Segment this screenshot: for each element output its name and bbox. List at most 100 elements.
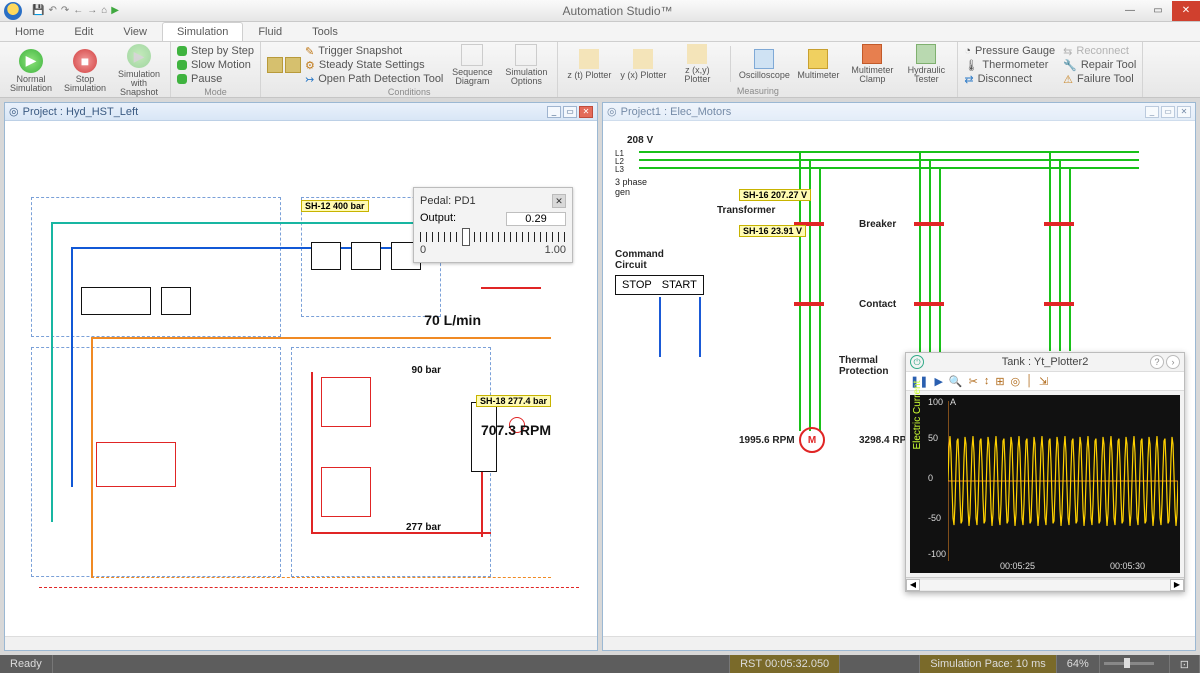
plotter-axis-icon[interactable]: ↕ — [984, 375, 990, 387]
right-schematic-canvas[interactable]: 208 V L1 L2 L3 3 phase gen — [603, 121, 1195, 636]
play-icon: ▶ — [19, 49, 43, 73]
thermometer-button[interactable]: 🌡Thermometer — [964, 58, 1055, 72]
tab-home[interactable]: Home — [0, 22, 59, 41]
tab-edit[interactable]: Edit — [59, 22, 108, 41]
normal-simulation-button[interactable]: ▶Normal Simulation — [6, 49, 56, 93]
ribbon-group-conditions: ✎Trigger Snapshot ⚙Steady State Settings… — [261, 42, 558, 97]
cond-icon1[interactable] — [267, 57, 283, 73]
open-path-button[interactable]: ↣Open Path Detection Tool — [305, 72, 443, 86]
hydraulic-tester-button[interactable]: Hydraulic Tester — [901, 44, 951, 84]
simulation-options-button[interactable]: Simulation Options — [501, 44, 551, 86]
pane-min-button[interactable]: _ — [1145, 106, 1159, 118]
cond-icon2[interactable] — [285, 57, 301, 73]
quick-access-toolbar[interactable]: 💾 ↶ ↷ ← → ⌂ ▶ — [32, 5, 119, 16]
qat-back-icon[interactable]: ← — [73, 5, 83, 16]
pane-min-button[interactable]: _ — [547, 106, 561, 118]
disconnect-button[interactable]: ⇄Disconnect — [964, 72, 1055, 86]
sequence-diagram-button[interactable]: Sequence Diagram — [447, 44, 497, 86]
failure-icon: ⚠ — [1063, 73, 1073, 86]
qat-save-icon[interactable]: 💾 — [32, 5, 44, 16]
stop-icon: ■ — [73, 49, 97, 73]
plotter-marker-icon[interactable]: │ — [1026, 375, 1033, 387]
pressure-gauge-button[interactable]: ◔Pressure Gauge — [964, 44, 1055, 58]
tab-view[interactable]: View — [108, 22, 162, 41]
failure-tool-button[interactable]: ⚠Failure Tool — [1063, 72, 1136, 86]
maximize-button[interactable]: ▭ — [1144, 1, 1172, 21]
start-button[interactable]: START — [662, 279, 697, 291]
plotter-export-icon[interactable]: ⇲ — [1039, 375, 1048, 388]
minimize-button[interactable]: — — [1116, 1, 1144, 21]
scroll-left-icon[interactable]: ◀ — [906, 579, 920, 591]
motor-1[interactable]: M — [799, 427, 825, 453]
reconnect-icon: ⇆ — [1063, 45, 1072, 58]
yx-plotter-button[interactable]: y (x) Plotter — [618, 49, 668, 80]
thermometer-icon: 🌡 — [964, 59, 978, 72]
pedal-output-value[interactable]: 0.29 — [506, 212, 566, 226]
pane-close-button[interactable]: ✕ — [1177, 106, 1191, 118]
plotter-window[interactable]: ⏻ Tank : Yt_Plotter2 ?› ❚❚ ▶ 🔍 ✂ ↕ ⊞ ◎ │… — [905, 352, 1185, 592]
trigger-snapshot-button[interactable]: ✎Trigger Snapshot — [305, 44, 443, 58]
right-scrollbar[interactable] — [603, 636, 1195, 650]
oscilloscope-button[interactable]: Oscilloscope — [739, 49, 789, 80]
pane-max-button[interactable]: ▭ — [1161, 106, 1175, 118]
plotter-zoom-icon[interactable]: 🔍 — [949, 375, 963, 388]
plotter-chart[interactable]: Electric Current 100 A 50 0 -50 -100 00:… — [910, 395, 1180, 573]
right-pane-titlebar[interactable]: ◎ Project1 : Elec_Motors _ ▭ ✕ — [603, 103, 1195, 121]
waveform — [948, 401, 1178, 561]
qat-play-icon[interactable]: ▶ — [111, 5, 119, 16]
meas-v1: SH-16 207.27 V — [739, 189, 811, 201]
status-zoom-slider[interactable] — [1100, 655, 1170, 673]
plotter-power-button[interactable]: ⏻ — [910, 355, 924, 369]
qat-fwd-icon[interactable]: → — [87, 5, 97, 16]
plotter-scrollbar[interactable]: ◀ ▶ — [906, 577, 1184, 591]
pane-max-button[interactable]: ▭ — [563, 106, 577, 118]
tab-fluid[interactable]: Fluid — [243, 22, 297, 41]
plotter-target-icon[interactable]: ◎ — [1011, 375, 1021, 388]
tab-tools[interactable]: Tools — [297, 22, 353, 41]
plotter-more-button[interactable]: › — [1166, 355, 1180, 369]
tab-simulation[interactable]: Simulation — [162, 22, 243, 41]
plotter-play-icon[interactable]: ▶ — [934, 375, 942, 388]
pedal-slider-thumb[interactable] — [462, 228, 470, 246]
qat-home-icon[interactable]: ⌂ — [101, 5, 107, 16]
pane-close-button[interactable]: ✕ — [579, 106, 593, 118]
steady-state-button[interactable]: ⚙Steady State Settings — [305, 58, 443, 72]
zxy-icon — [687, 44, 707, 64]
left-scrollbar[interactable] — [5, 636, 597, 650]
left-schematic-canvas[interactable]: SH-12 400 bar SH-18 277.4 bar 70 L/min 9… — [5, 121, 597, 636]
qat-undo-icon[interactable]: ↶ — [48, 5, 56, 16]
pedal-max: 1.00 — [545, 244, 566, 256]
measure-rpm-sensor: SH-18 277.4 bar — [476, 395, 551, 407]
zxy-plotter-button[interactable]: z (x,y) Plotter — [672, 44, 722, 84]
contact-label: Contact — [859, 299, 896, 310]
plotter-grid-icon[interactable]: ⊞ — [995, 375, 1004, 388]
trigger-icon: ✎ — [305, 45, 314, 58]
status-zoom[interactable]: 64% — [1057, 655, 1100, 673]
left-pane-titlebar[interactable]: ◎ Project : Hyd_HST_Left _ ▭ ✕ — [5, 103, 597, 121]
pedal-slider[interactable] — [420, 232, 566, 242]
close-button[interactable]: ✕ — [1172, 1, 1200, 21]
qat-redo-icon[interactable]: ↷ — [61, 5, 69, 16]
stop-simulation-button[interactable]: ■Stop Simulation — [60, 49, 110, 93]
stop-button[interactable]: STOP — [622, 279, 652, 291]
status-fit-icon[interactable]: ⊡ — [1170, 655, 1200, 673]
command-box[interactable]: STOP START — [615, 275, 704, 295]
multimeter-button[interactable]: Multimeter — [793, 49, 843, 80]
pause-button[interactable]: Pause — [177, 72, 254, 86]
scroll-right-icon[interactable]: ▶ — [1170, 579, 1184, 591]
pedal-panel[interactable]: Pedal: PD1✕ Output:0.29 01.00 — [413, 187, 573, 263]
zt-plotter-button[interactable]: z (t) Plotter — [564, 49, 614, 80]
ribbon-group-troubleshooting: ◔Pressure Gauge 🌡Thermometer ⇄Disconnect… — [958, 42, 1143, 97]
plotter-tool-icon[interactable]: ✂ — [969, 375, 978, 388]
slow-motion-button[interactable]: Slow Motion — [177, 58, 254, 72]
repair-tool-button[interactable]: 🔧Repair Tool — [1063, 58, 1136, 72]
simulation-snapshot-button[interactable]: ▶Simulation with Snapshot — [114, 44, 164, 97]
multimeter-clamp-button[interactable]: Multimeter Clamp — [847, 44, 897, 84]
status-bar: Ready RST 00:05:32.050 Simulation Pace: … — [0, 655, 1200, 673]
plotter-help-button[interactable]: ? — [1150, 355, 1164, 369]
transformer-label: Transformer — [717, 205, 775, 216]
pedal-close-button[interactable]: ✕ — [552, 194, 566, 208]
step-by-step-button[interactable]: Step by Step — [177, 44, 254, 58]
reconnect-button[interactable]: ⇆Reconnect — [1063, 44, 1136, 58]
plotter-toolbar[interactable]: ❚❚ ▶ 🔍 ✂ ↕ ⊞ ◎ │ ⇲ — [906, 371, 1184, 391]
